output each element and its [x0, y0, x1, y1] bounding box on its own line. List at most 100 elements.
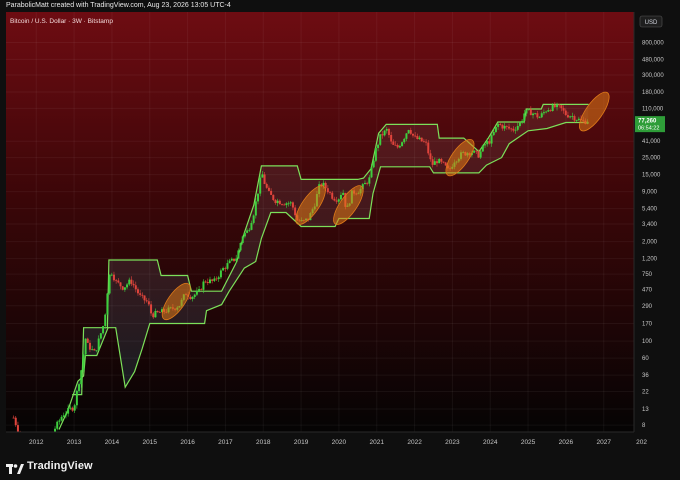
y-tick-label: 15,000 — [642, 173, 661, 179]
candle-body — [104, 314, 107, 327]
candle-body — [442, 161, 445, 163]
x-tick-label: 2022 — [407, 439, 422, 446]
candle-body — [339, 194, 342, 200]
candle-body — [569, 116, 572, 118]
candle-body — [538, 117, 541, 119]
candle-body — [276, 200, 279, 203]
candle-body — [562, 108, 565, 111]
last-price-label: 77,260 — [638, 119, 657, 125]
candle-body — [71, 407, 74, 411]
candle-body — [93, 349, 96, 351]
x-tick-label: 2016 — [180, 439, 195, 446]
candle-body — [556, 104, 559, 108]
candle-body — [477, 151, 480, 158]
candle-body — [222, 268, 225, 271]
candle-body — [363, 183, 366, 185]
candle-body — [370, 167, 373, 178]
x-tick-label: 2021 — [370, 439, 385, 446]
x-tick-label: 2019 — [294, 439, 309, 446]
candle-body — [560, 105, 563, 109]
x-tick-label: 2013 — [67, 439, 82, 446]
y-tick-label: 41,000 — [642, 139, 661, 145]
x-tick-label: 2023 — [445, 439, 460, 446]
candle-body — [529, 109, 532, 116]
candle-body — [403, 138, 406, 143]
currency-button-label[interactable]: USD — [645, 20, 658, 26]
y-tick-label: 1,200 — [642, 257, 658, 263]
x-tick-label: 2025 — [521, 439, 536, 446]
y-tick-label: 36 — [642, 373, 649, 379]
candle-body — [272, 194, 275, 201]
candle-body — [329, 192, 332, 194]
y-tick-label: 300,000 — [642, 73, 664, 79]
candle-body — [204, 281, 207, 283]
candle-body — [285, 203, 288, 206]
candle-body — [117, 280, 120, 283]
candle-body — [547, 110, 550, 112]
candle-body — [189, 296, 192, 299]
y-tick-label: 9,000 — [642, 190, 658, 196]
y-tick-label: 13 — [642, 407, 649, 413]
candle-body — [542, 112, 545, 114]
candle-body — [228, 260, 231, 264]
candle-body — [379, 134, 382, 145]
candle-body — [411, 133, 414, 136]
candle-body — [508, 126, 511, 129]
candle-body — [200, 289, 203, 290]
candle-body — [119, 282, 122, 287]
candle-body — [512, 128, 515, 131]
candle-body — [147, 301, 150, 305]
candle-body — [335, 200, 338, 202]
candle-body — [259, 177, 262, 194]
y-tick-label: 2,000 — [642, 240, 658, 246]
chart-svg[interactable]: Bitcoin / U.S. Dollar · 3W · Bitstamp US… — [6, 12, 680, 450]
candle-body — [75, 390, 78, 406]
candle-body — [481, 145, 484, 152]
y-tick-label: 3,400 — [642, 222, 658, 228]
candle-body — [134, 285, 137, 290]
candle-body — [78, 384, 81, 391]
candle-body — [387, 128, 390, 135]
candle-body — [246, 230, 249, 233]
candle-body — [505, 125, 508, 127]
candle-body — [243, 232, 246, 237]
candle-body — [573, 116, 576, 121]
candle-body — [564, 110, 567, 116]
candle-body — [16, 425, 19, 432]
candle-body — [191, 296, 194, 299]
candle-body — [571, 116, 574, 117]
x-tick-label: 2027 — [597, 439, 612, 446]
x-tick-label: 2020 — [332, 439, 347, 446]
candle-body — [331, 192, 334, 199]
y-tick-label: 25,000 — [642, 156, 661, 162]
price-chart[interactable]: Bitcoin / U.S. Dollar · 3W · Bitstamp US… — [6, 12, 680, 450]
candle-body — [198, 289, 201, 291]
candle-body — [141, 294, 144, 296]
candle-body — [523, 113, 526, 121]
candle-body — [82, 354, 85, 371]
y-tick-label: 470 — [642, 288, 653, 294]
candle-body — [139, 293, 142, 295]
y-tick-label: 60 — [642, 356, 649, 362]
candle-body — [479, 151, 482, 158]
candle-body — [438, 159, 441, 164]
candle-body — [208, 279, 211, 283]
candle-body — [130, 279, 133, 284]
candle-body — [431, 159, 434, 165]
candle-body — [440, 159, 443, 162]
candle-body — [342, 192, 345, 195]
candle-body — [265, 183, 268, 188]
candle-body — [281, 204, 284, 206]
candle-body — [226, 263, 229, 269]
candle-body — [69, 407, 72, 409]
candle-body — [433, 161, 436, 165]
candle-body — [195, 290, 198, 295]
tradingview-logo[interactable]: TradingView — [6, 458, 93, 474]
candle-body — [237, 250, 240, 259]
candle-body — [91, 349, 94, 350]
candle-body — [394, 144, 397, 146]
candle-body — [366, 183, 369, 184]
candle-body — [224, 268, 227, 269]
candle-body — [553, 104, 556, 108]
chart-title: Bitcoin / U.S. Dollar · 3W · Bitstamp — [10, 18, 113, 25]
